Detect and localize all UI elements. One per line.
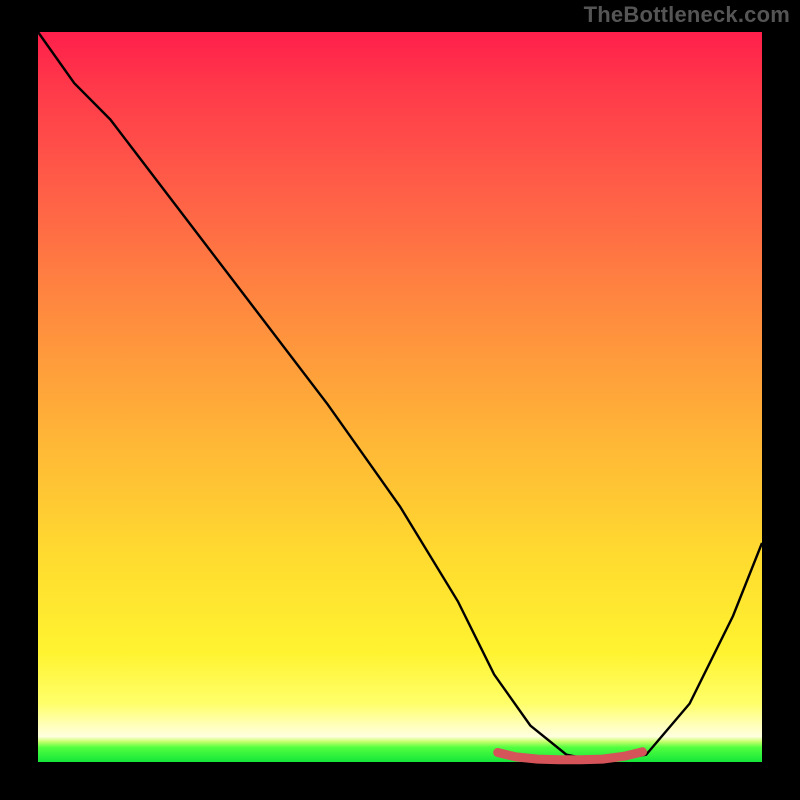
chart-frame: TheBottleneck.com <box>0 0 800 800</box>
optimum-band <box>498 752 643 760</box>
chart-svg <box>38 32 762 762</box>
plot-area <box>38 32 762 762</box>
bottleneck-curve <box>38 32 762 762</box>
watermark-text: TheBottleneck.com <box>584 2 790 28</box>
